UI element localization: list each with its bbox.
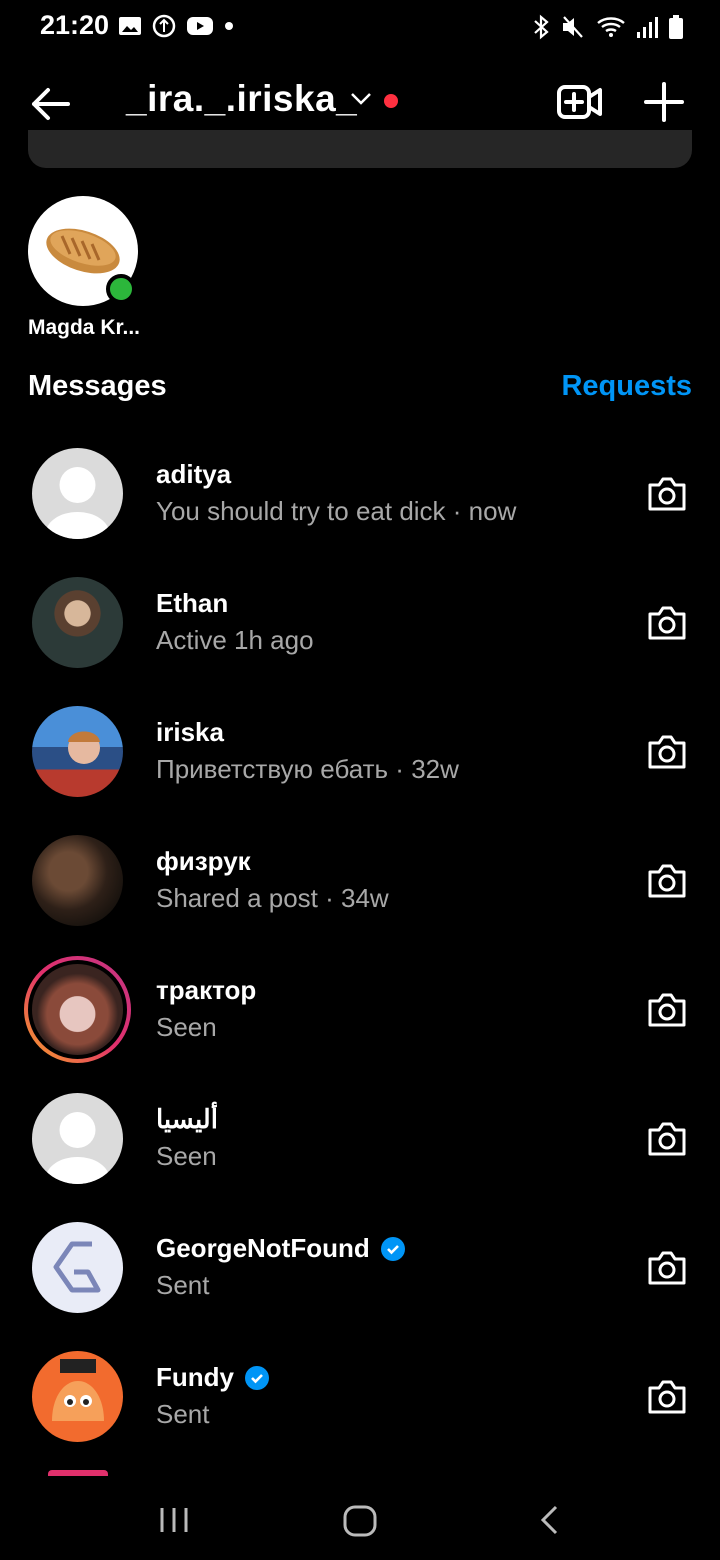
system-nav-bar xyxy=(0,1476,720,1560)
note-avatar[interactable] xyxy=(28,196,138,306)
status-bar: 21:20 xyxy=(0,0,720,56)
verified-badge-icon xyxy=(380,1236,405,1261)
thread-subtitle: Shared a post · 34w xyxy=(156,883,389,913)
messages-heading: Messages xyxy=(28,370,167,402)
search-bar[interactable] xyxy=(28,130,692,168)
chevron-down-icon[interactable] xyxy=(350,90,372,106)
recent-apps-icon[interactable] xyxy=(158,1504,190,1536)
signal-icon xyxy=(637,17,658,38)
thread-name: Ethan xyxy=(156,588,228,619)
new-video-call-icon[interactable] xyxy=(556,80,604,124)
thread-name-text: aditya xyxy=(156,459,232,489)
notes-row: Magda Kr... xyxy=(24,196,144,340)
online-status-indicator xyxy=(106,274,136,304)
thread-row[interactable]: физрук Shared a post · 34w xyxy=(0,816,720,945)
avatar-face-icon xyxy=(68,731,100,764)
camera-icon[interactable] xyxy=(646,1378,688,1416)
home-icon[interactable] xyxy=(342,1504,378,1538)
thread-name-text: физрук xyxy=(156,846,251,876)
youtube-icon xyxy=(187,17,213,35)
default-avatar-icon xyxy=(45,467,110,539)
thread-name-text: iriska xyxy=(156,717,224,747)
note-user-name: Magda Kr... xyxy=(27,316,141,339)
thread-row[interactable]: GeorgeNotFound Sent xyxy=(0,1203,720,1332)
status-time: 21:20 xyxy=(40,10,110,40)
new-message-plus-icon[interactable] xyxy=(642,80,686,124)
thread-name: أليسيا xyxy=(156,1104,218,1135)
thread-row[interactable]: Fundy Sent xyxy=(0,1332,720,1461)
thread-subtitle: Seen xyxy=(156,1141,217,1171)
avatar xyxy=(32,1351,123,1442)
unread-dot xyxy=(384,94,398,108)
default-avatar-icon xyxy=(45,1112,110,1184)
battery-icon xyxy=(669,15,683,39)
avatar xyxy=(32,835,123,926)
avatar xyxy=(32,1093,123,1184)
thread-subtitle: Приветствую ебать · 32w xyxy=(156,754,459,784)
mute-icon xyxy=(563,16,583,38)
camera-icon[interactable] xyxy=(646,991,688,1029)
story-ring[interactable] xyxy=(24,956,131,1063)
status-system-icons xyxy=(532,14,684,40)
camera-icon[interactable] xyxy=(646,1120,688,1158)
app-icon xyxy=(152,14,176,38)
avatar xyxy=(32,1222,123,1313)
dot-icon xyxy=(225,22,233,30)
thread-subtitle: You should try to eat dick · now xyxy=(156,496,517,526)
thread-subtitle: Active 1h ago xyxy=(156,625,314,655)
thread-row[interactable]: трактор Seen xyxy=(0,945,720,1074)
thread-subtitle: Sent xyxy=(156,1399,210,1429)
avatar xyxy=(32,706,123,797)
camera-icon[interactable] xyxy=(646,733,688,771)
thread-row[interactable]: iriska Приветствую ебать · 32w xyxy=(0,687,720,816)
avatar xyxy=(32,448,123,539)
thread-name-text: Ethan xyxy=(156,588,229,618)
thread-name: физрук xyxy=(156,846,251,877)
thread-name: aditya xyxy=(156,459,231,490)
thread-name-text: трактор xyxy=(156,975,257,1005)
thread-name: трактор xyxy=(156,975,256,1006)
thread-subtitle: Sent xyxy=(156,1270,210,1300)
thread-subtitle: Seen xyxy=(156,1012,217,1042)
thread-row[interactable]: Ethan Active 1h ago xyxy=(0,558,720,687)
bluetooth-icon xyxy=(534,14,549,40)
thread-name-text: GeorgeNotFound xyxy=(156,1233,370,1263)
camera-icon[interactable] xyxy=(646,475,688,513)
status-notification-icons xyxy=(118,14,234,38)
requests-link[interactable]: Requests xyxy=(561,370,692,403)
thread-name: Fundy xyxy=(156,1362,270,1393)
system-back-icon[interactable] xyxy=(538,1504,560,1536)
fox-avatar-icon xyxy=(52,1359,104,1421)
thread-list: aditya You should try to eat dick · now … xyxy=(0,429,720,1461)
thread-name: iriska xyxy=(156,717,224,748)
camera-icon[interactable] xyxy=(646,604,688,642)
thread-name: GeorgeNotFound xyxy=(156,1233,406,1264)
thread-name-text: أليسيا xyxy=(156,1104,218,1134)
thread-name-text: Fundy xyxy=(156,1362,234,1392)
avatar xyxy=(32,577,123,668)
gallery-icon xyxy=(119,17,141,35)
thread-row[interactable]: aditya You should try to eat dick · now xyxy=(0,429,720,558)
camera-icon[interactable] xyxy=(646,862,688,900)
camera-icon[interactable] xyxy=(646,1249,688,1287)
avatar xyxy=(32,964,123,1055)
verified-badge-icon xyxy=(245,1365,269,1390)
george-logo-icon xyxy=(53,1241,101,1293)
thread-row[interactable]: أليسيا Seen xyxy=(0,1074,720,1203)
wifi-icon xyxy=(597,17,625,37)
account-username[interactable]: _ira._.iriska_ xyxy=(126,78,357,120)
back-arrow-icon[interactable] xyxy=(26,80,74,128)
